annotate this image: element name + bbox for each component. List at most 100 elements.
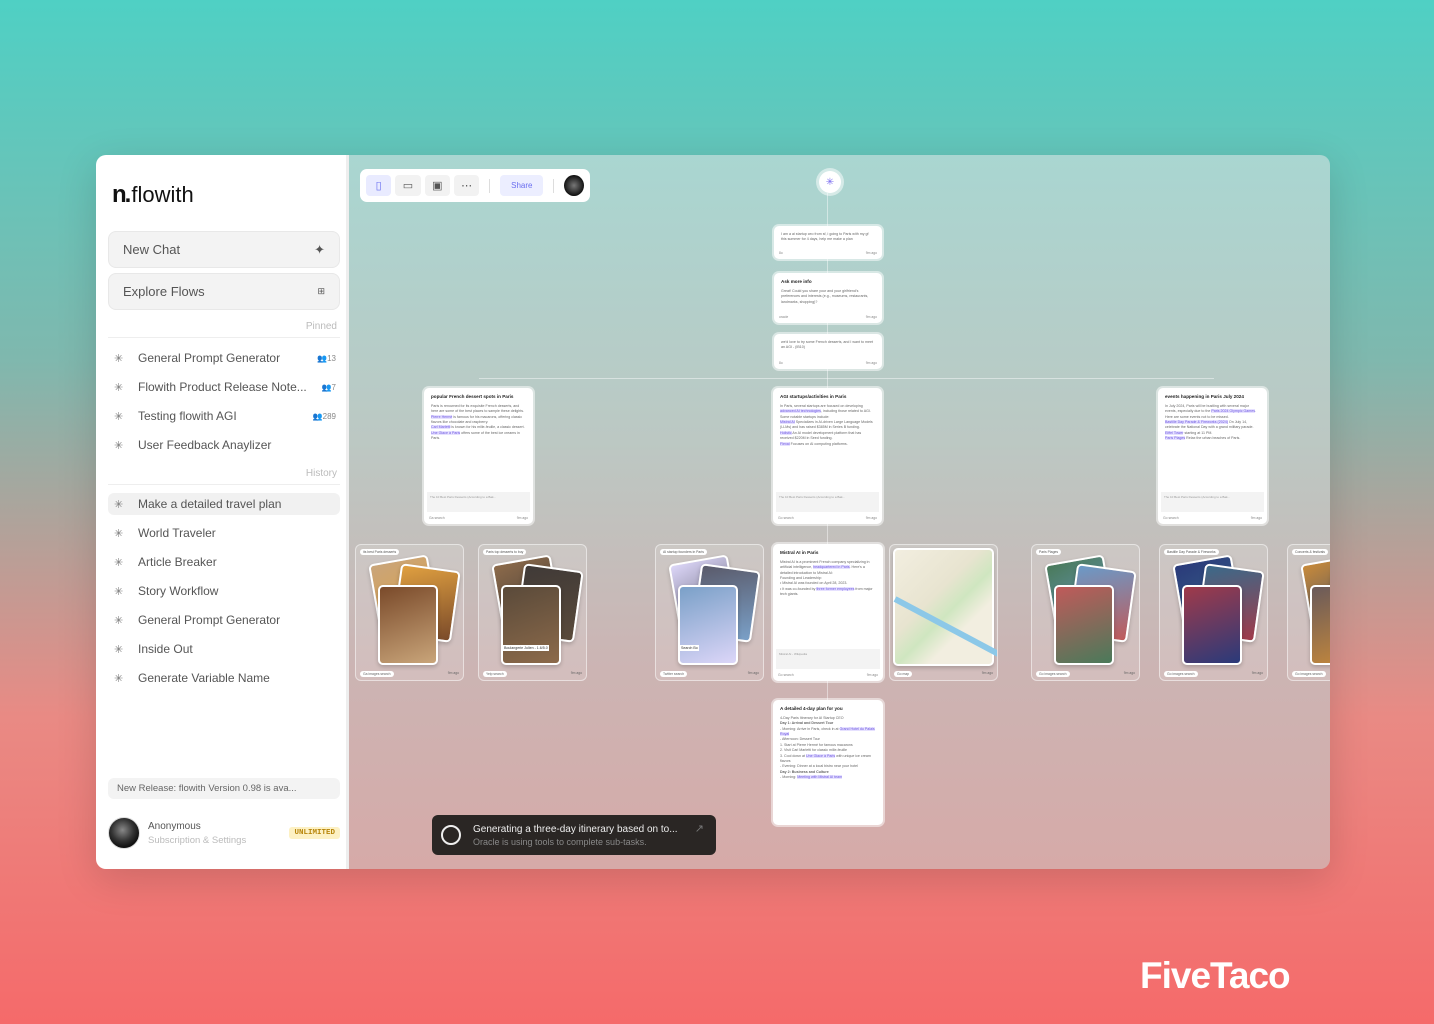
member-count: 👥289 — [312, 411, 336, 421]
flow-node-q3[interactable]: we'd love to try some French desserts, a… — [774, 334, 882, 369]
result-photo[interactable] — [378, 585, 438, 665]
more-icon[interactable]: ⋯ — [453, 175, 480, 196]
user-profile[interactable]: Anonymous Subscription & Settings UNLIMIT… — [108, 815, 340, 851]
status-title: Generating a three-day itinerary based o… — [473, 823, 678, 835]
flow-node-events[interactable]: events happening in Paris July 2024 In Ju… — [1158, 388, 1267, 524]
card-time: 9m ago — [981, 671, 993, 675]
river-shape — [893, 595, 997, 665]
present-icon[interactable]: ▣ — [424, 175, 450, 196]
result-photo[interactable] — [1310, 585, 1330, 665]
card-tool: Yelp search — [483, 671, 507, 677]
flow-node-agi[interactable]: AGI startups/activities in Paris In Paris… — [773, 388, 882, 524]
plan-badge: UNLIMITED — [289, 827, 340, 839]
sidebar-item[interactable]: ✳ Make a detailed travel plan — [108, 493, 340, 515]
sidebar-item[interactable]: ✳ Generate Variable Name — [108, 667, 340, 689]
card-time: 9m ago — [447, 671, 459, 675]
sidebar-item-label: Make a detailed travel plan — [138, 497, 282, 511]
sidebar-toggle-icon[interactable]: ▯ — [366, 175, 392, 196]
sidebar-item[interactable]: ✳ Flowith Product Release Note... 👥7 — [108, 376, 340, 398]
image-result-card[interactable]: its best Paris desserts Ga images search 9… — [355, 544, 464, 681]
photo-caption: Search Bo — [680, 645, 699, 651]
source-link[interactable]: The 10 Best Paris Desserts (According to… — [1161, 492, 1264, 512]
sidebar-item[interactable]: ✳ User Feedback Anaylizer — [108, 434, 340, 456]
card-tool: Go images search — [1292, 671, 1326, 677]
map-image[interactable] — [893, 548, 997, 666]
divider — [489, 178, 491, 193]
node-source: oracle — [779, 314, 789, 319]
node-time: 9m ago — [865, 314, 877, 319]
member-count-value: 289 — [322, 411, 336, 421]
node-time: 9m ago — [865, 250, 877, 255]
share-button[interactable]: Share — [500, 175, 544, 196]
member-count: 👥13 — [317, 353, 336, 363]
card-query: its best Paris desserts — [360, 549, 400, 555]
flow-node-q1[interactable]: I am a ai startup ceo from sf, i going t… — [774, 226, 882, 259]
image-result-card[interactable]: AI startup founders in Paris Search Bo Twi… — [655, 544, 764, 681]
card-tool: Go images search — [1036, 671, 1070, 677]
app-logo[interactable]: n. flowith — [112, 181, 194, 209]
flow-icon: ✳ — [114, 498, 124, 511]
image-result-card[interactable]: Concerts & festivalsGo images search9m a… — [1287, 544, 1330, 681]
sidebar-item[interactable]: ✳ General Prompt Generator — [108, 609, 340, 631]
flow-icon: ✳ — [114, 381, 124, 394]
card-tool: Ga images search — [360, 671, 394, 677]
image-result-card[interactable]: Paris Plages Go images search 9m ago — [1031, 544, 1140, 681]
comment-icon[interactable]: ▭ — [395, 175, 421, 196]
result-photo[interactable] — [1182, 585, 1242, 665]
sidebar-item[interactable]: ✳ General Prompt Generator 👥13 — [108, 347, 340, 369]
flow-icon: ✳ — [114, 352, 124, 365]
node-time: 9m ago — [865, 360, 877, 365]
sidebar: n. flowith New Chat ✦ Explore Flows ⊞ Pinne… — [96, 155, 349, 869]
flow-node-q2[interactable]: Ask more info Great! Could you share your… — [774, 273, 882, 323]
sidebar-item[interactable]: ✳ Story Workflow — [108, 580, 340, 602]
flow-canvas[interactable]: ▯ ▭ ▣ ⋯ Share ✳ I am a ai startup ceo fr… — [349, 155, 1330, 869]
divider — [108, 337, 340, 338]
sidebar-item-label: Testing flowith AGI — [138, 409, 237, 423]
expand-arrow-icon[interactable]: ↗ — [695, 822, 704, 835]
new-chat-button[interactable]: New Chat ✦ — [108, 231, 340, 268]
release-notice[interactable]: New Release: flowith Version 0.98 is ava… — [108, 778, 340, 799]
flow-icon: ✳ — [114, 410, 124, 423]
flow-icon: ✳ — [114, 585, 124, 598]
sidebar-item-label: Generate Variable Name — [138, 671, 270, 685]
sidebar-item[interactable]: ✳ Testing flowith AGI 👥289 — [108, 405, 340, 427]
member-count-value: 7 — [331, 382, 336, 392]
connector — [479, 378, 1214, 379]
map-result-card[interactable]: Go map 9m ago — [889, 544, 998, 681]
collaborator-avatar[interactable] — [564, 175, 585, 196]
watermark-logo: FiveTaco — [1140, 955, 1291, 996]
card-query: AI startup founders in Paris — [660, 549, 707, 555]
node-source: 8o — [779, 250, 783, 255]
flow-icon: ✳ — [114, 527, 124, 540]
avatar — [108, 817, 140, 849]
flow-node-plan[interactable]: A detailed 4-day plan for you 4-Day Paris… — [773, 700, 883, 825]
flow-node-mistral[interactable]: Mistral AI in Paris Mistral AI is a promi… — [773, 544, 883, 681]
image-result-card[interactable]: Bastille Day Parade & Fireworks Go images… — [1159, 544, 1268, 681]
source-link[interactable]: The 10 Best Paris Desserts (According to… — [776, 492, 879, 512]
explore-flows-button[interactable]: Explore Flows ⊞ — [108, 273, 340, 310]
sidebar-item[interactable]: ✳ Article Breaker — [108, 551, 340, 573]
settings-link[interactable]: Subscription & Settings — [148, 835, 289, 846]
result-photo[interactable] — [678, 585, 738, 665]
source-link[interactable]: The 10 Best Paris Desserts (According to… — [427, 492, 530, 512]
task-status-bar[interactable]: Generating a three-day itinerary based o… — [432, 815, 716, 855]
flow-root-icon[interactable]: ✳ — [819, 171, 841, 193]
flow-icon: ✳ — [114, 672, 124, 685]
flow-node-dessert[interactable]: popular French dessert spots in Paris Par… — [424, 388, 533, 524]
card-tool: Twitter search — [660, 671, 688, 677]
photo-caption: Boulangerie Julien - 1.6/5.0 — [503, 645, 549, 651]
canvas-toolbar: ▯ ▭ ▣ ⋯ Share — [360, 169, 590, 202]
source-link[interactable]: Mistral AI - Wikipedia — [776, 649, 880, 669]
member-count: 👥7 — [321, 382, 336, 392]
card-query: Paris top desserts to buy — [483, 549, 527, 555]
result-photo[interactable] — [501, 585, 561, 665]
sidebar-item[interactable]: ✳ Inside Out — [108, 638, 340, 660]
result-photo[interactable] — [1054, 585, 1114, 665]
sidebar-item[interactable]: ✳ World Traveler — [108, 522, 340, 544]
flow-icon: ✳ — [114, 439, 124, 452]
sparkle-icon: ✦ — [314, 241, 325, 257]
image-result-card[interactable]: Paris top desserts to buy Boulangerie Jul… — [478, 544, 587, 681]
flow-icon: ✳ — [114, 614, 124, 627]
sidebar-item-label: General Prompt Generator — [138, 351, 281, 365]
app-window: n. flowith New Chat ✦ Explore Flows ⊞ Pinne… — [96, 155, 1330, 869]
